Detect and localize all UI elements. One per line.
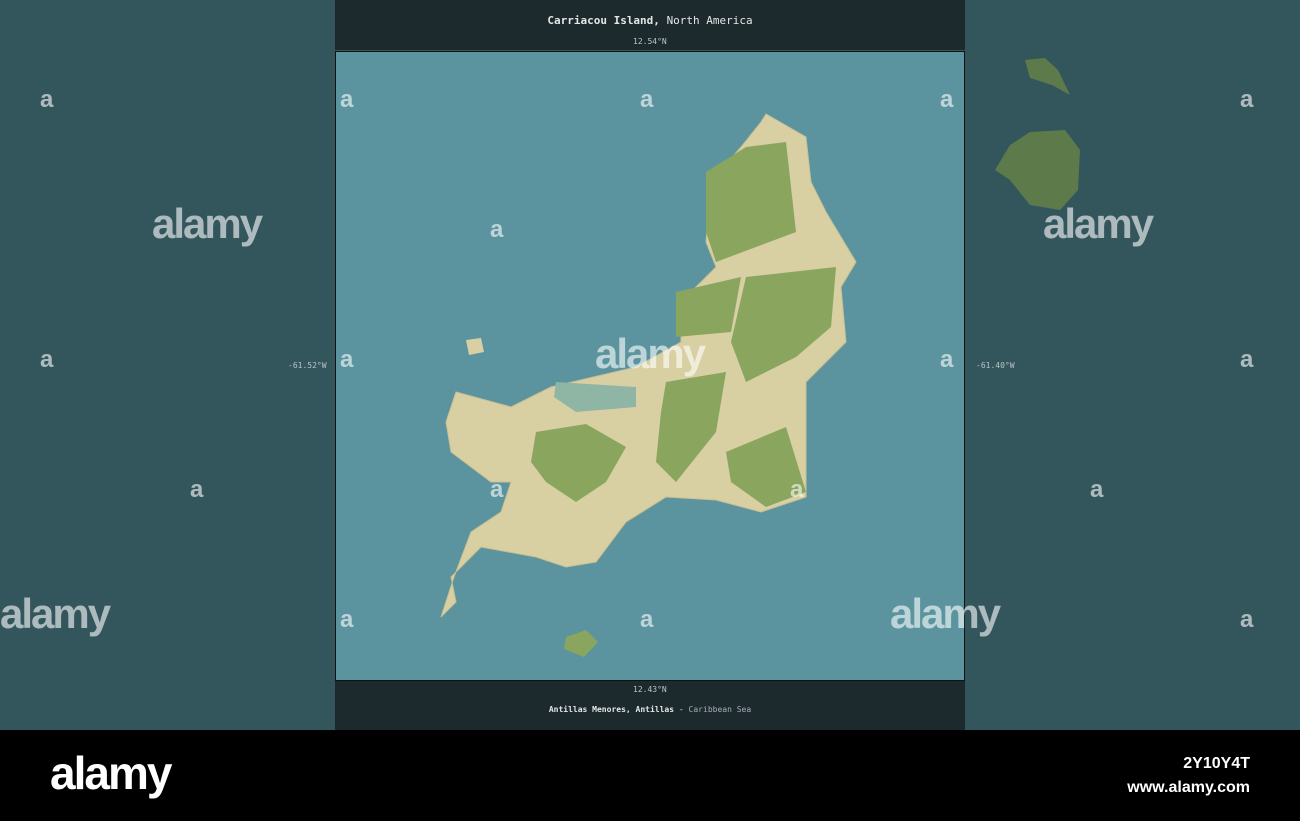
watermark: alamy [0, 590, 111, 637]
watermark-a: a [1090, 476, 1104, 503]
watermark-a: a [490, 476, 504, 503]
watermark-a: a [1240, 86, 1254, 113]
watermark-a: a [790, 476, 804, 503]
lat-bottom: 12.43°N [633, 685, 667, 694]
area-label: Antillas Menores, Antillas [548, 705, 675, 714]
watermark-a: a [340, 346, 354, 373]
lat-top: 12.54°N [633, 37, 667, 46]
watermark-a: a [490, 216, 504, 243]
watermark-a: a [940, 86, 954, 113]
watermark-a: a [940, 346, 954, 373]
watermark-a: a [340, 86, 354, 113]
lon-right: -61.40°W [976, 361, 1015, 370]
sea-label: Caribbean Sea [688, 705, 752, 714]
image-id: 2Y10Y4T [1183, 755, 1250, 772]
watermark: alamy [1043, 200, 1154, 247]
lon-left: -61.52°W [288, 361, 327, 370]
map-subtitle: Antillas Menores, Antillas - Caribbean S… [0, 705, 1300, 714]
region-name: North America [666, 14, 753, 27]
watermark-a: a [640, 606, 654, 633]
watermark-a: a [40, 86, 54, 113]
watermark: alamy [152, 200, 263, 247]
alamy-logo: alamy [50, 747, 172, 799]
watermark: alamy [595, 330, 706, 377]
site-url[interactable]: www.alamy.com [1127, 776, 1250, 800]
footer-bar: alamy 2Y10Y4T www.alamy.com [0, 730, 1300, 821]
watermark-a: a [640, 86, 654, 113]
neighbor-islands [995, 58, 1080, 210]
watermark-a: a [1240, 606, 1254, 633]
separator: - [678, 705, 684, 714]
watermark: alamy [890, 590, 1001, 637]
watermark-a: a [40, 346, 54, 373]
image-info: 2Y10Y4T www.alamy.com [1127, 752, 1250, 800]
watermark-a: a [340, 606, 354, 633]
watermark-a: a [190, 476, 204, 503]
watermark-a: a [1240, 346, 1254, 373]
map-title: Carriacou Island, North America [0, 14, 1300, 27]
place-name: Carriacou Island, [547, 14, 660, 27]
